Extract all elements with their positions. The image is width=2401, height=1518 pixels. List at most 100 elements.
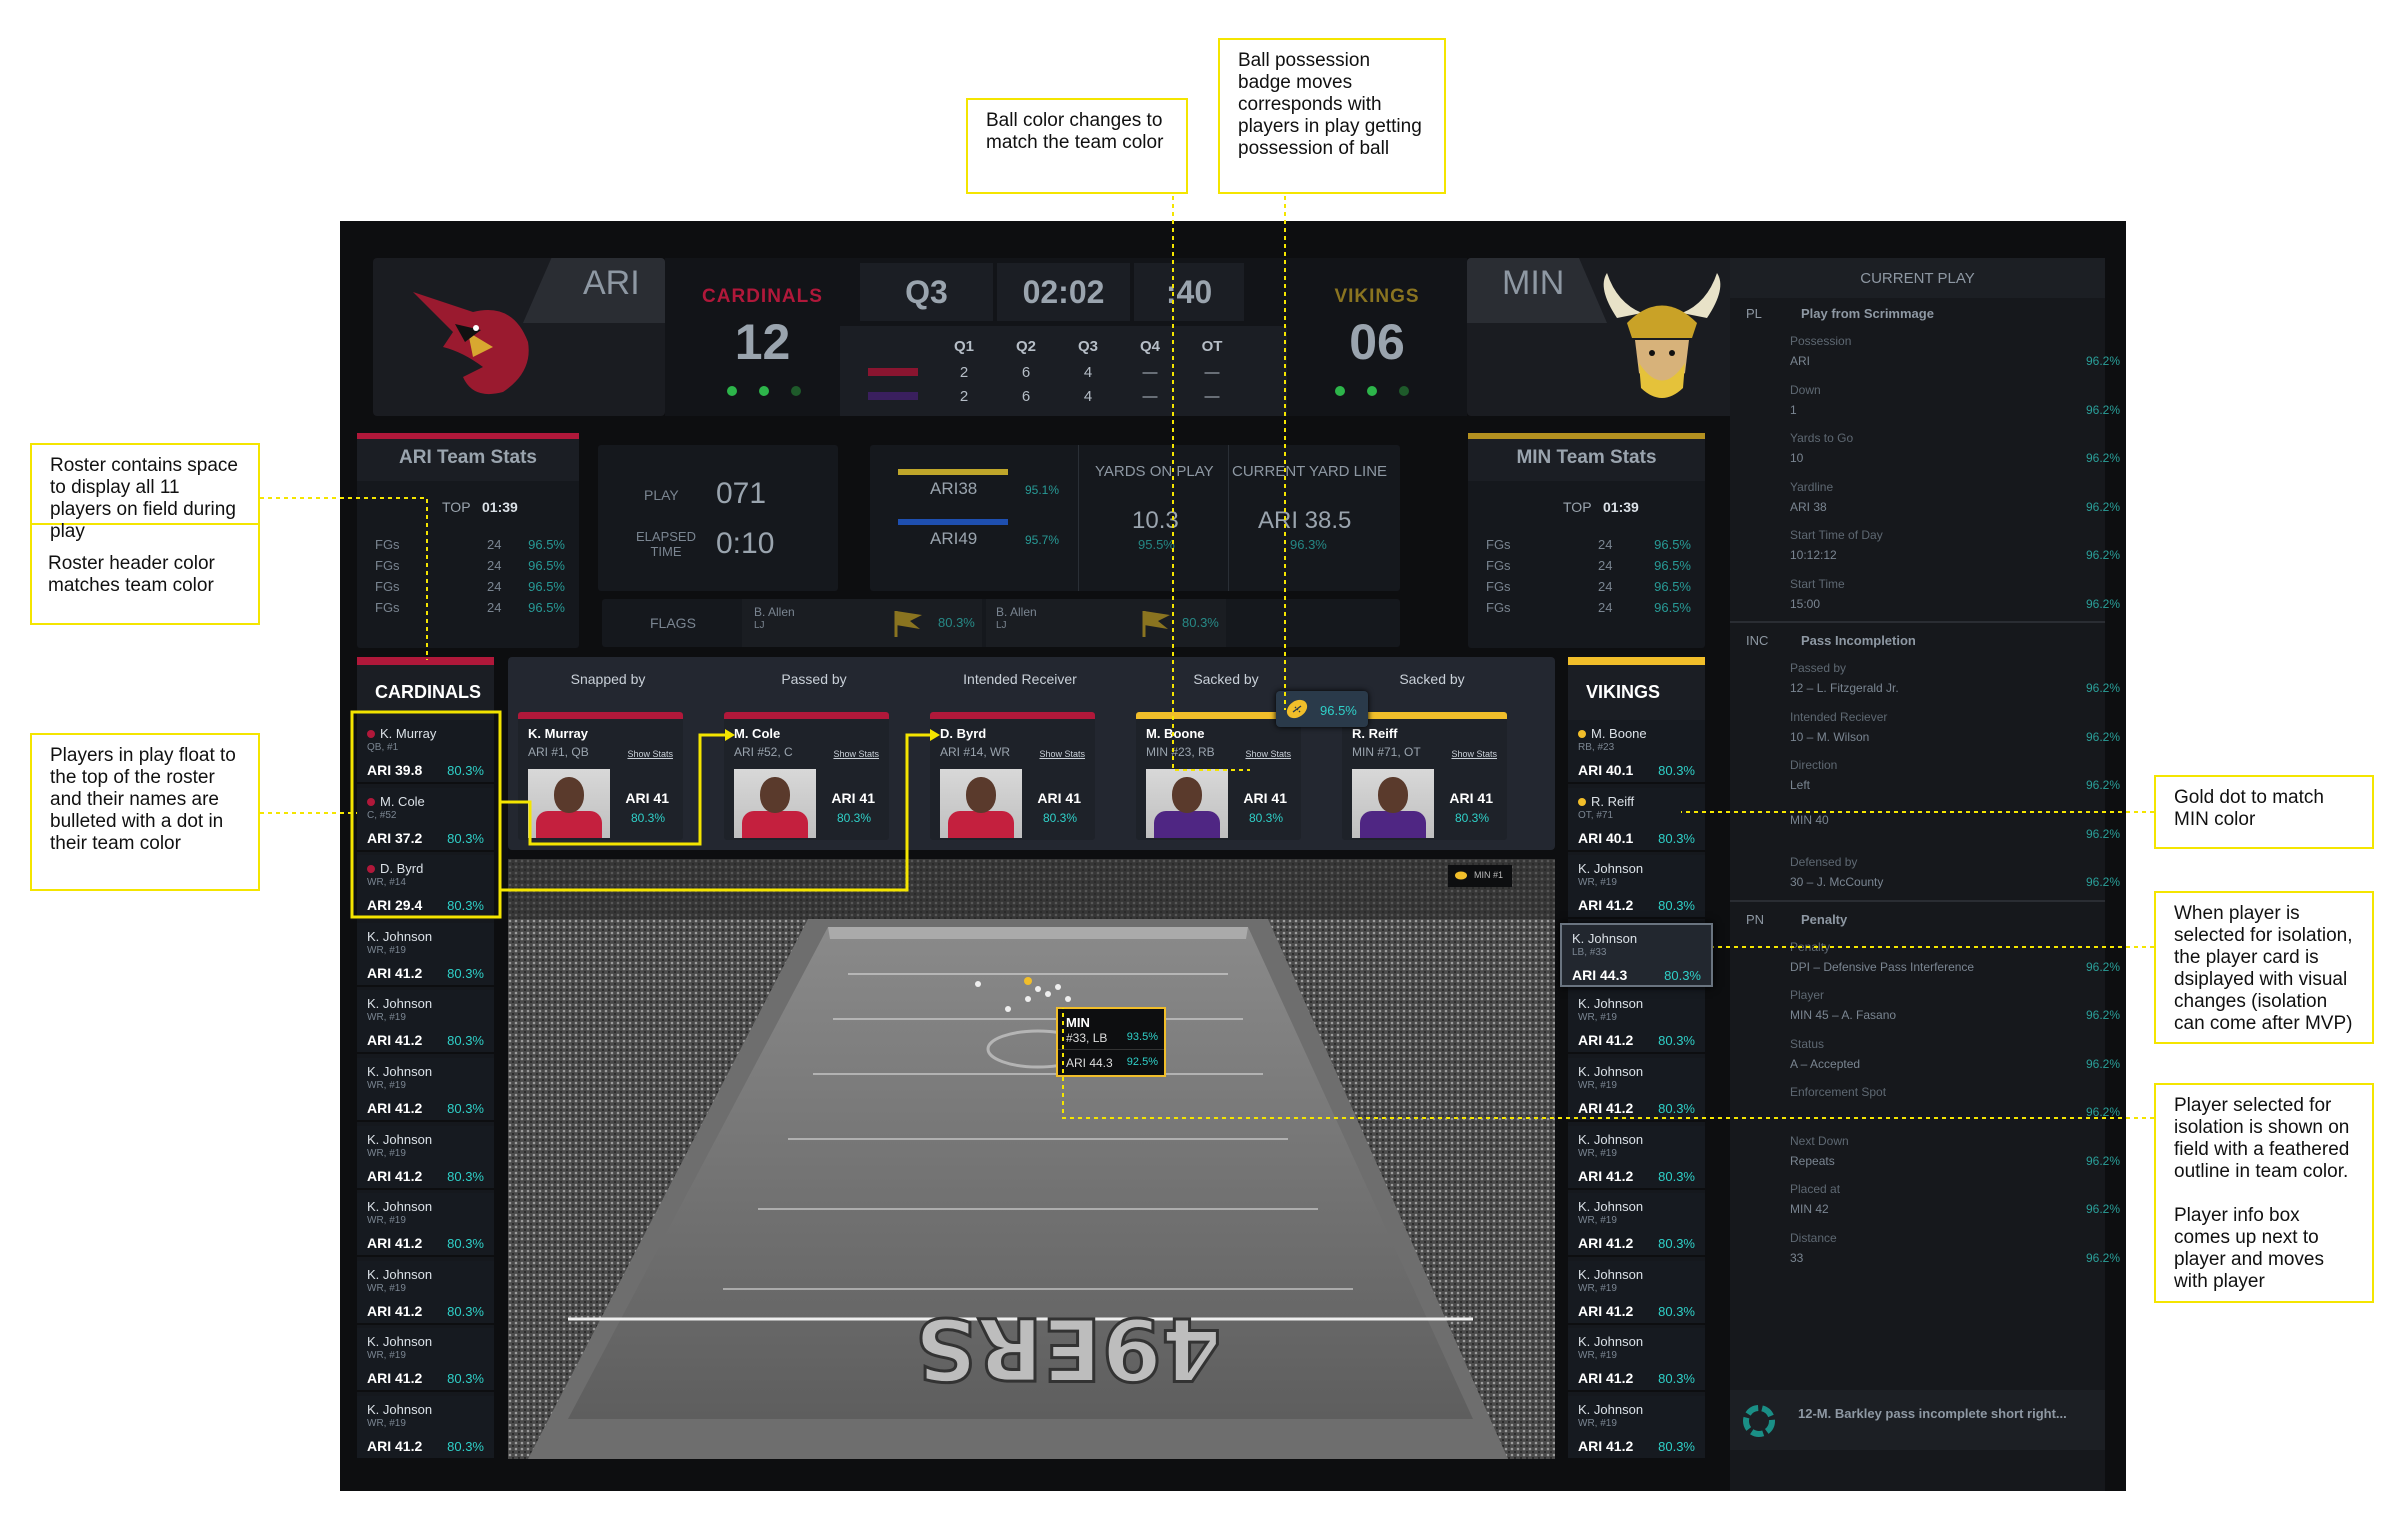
roster-player-name: K. Johnson (367, 1334, 432, 1349)
roster-player-name: R. Reiff (1578, 794, 1634, 809)
show-stats-link[interactable]: Show Stats (1451, 749, 1497, 759)
roster-player-card[interactable]: K. Johnson WR, #19 ARI 41.2 80.3% (357, 1193, 494, 1258)
roster-player-name: K. Murray (367, 726, 436, 741)
player-name-text: K. Johnson (1572, 930, 1638, 946)
home-score: 12 (734, 314, 791, 370)
roster-player-name: D. Byrd (367, 861, 423, 876)
roster-player-card[interactable]: K. Murray QB, #1 ARI 39.8 80.3% (357, 720, 494, 784)
player-photo (1146, 769, 1228, 838)
current-play-row: Distance 33 96.2% (1790, 1231, 2120, 1265)
yard-marker-1-pct: 95.1% (1025, 483, 1060, 497)
home-score-panel: CARDINALS 12 (665, 258, 860, 416)
row-value: MIN 42 (1790, 1202, 1829, 1216)
player-name-text: K. Johnson (1578, 1064, 1644, 1079)
play-player-card[interactable]: M. Cole ARI #52, C Show Stats ARI 41 80.3% (724, 712, 889, 840)
row-pct: 96.2% (2085, 1250, 2120, 1265)
play-player-role: MIN #71, OT (1352, 745, 1421, 759)
show-stats-link[interactable]: Show Stats (833, 749, 879, 759)
roster-player-role: WR, #19 (367, 1215, 406, 1227)
play-role-header: Sacked by (1399, 671, 1465, 687)
play-player-card[interactable]: R. Reiff MIN #71, OT Show Stats ARI 41 80.3% (1342, 712, 1507, 840)
roster-player-pct: 80.3% (447, 830, 484, 846)
play-player-card[interactable]: M. Boone MIN #23, RB Show Stats ARI 41 80.3% (1136, 712, 1301, 840)
row-label: Direction (1790, 758, 1838, 772)
roster-player-name: K. Johnson (367, 996, 432, 1011)
play-player-card[interactable]: K. Murray ARI #1, QB Show Stats ARI 41 80.3% (518, 712, 683, 840)
row-label: Enforcement Spot (1790, 1085, 1887, 1099)
roster-player-yard: ARI 41.2 (1578, 1370, 1634, 1387)
endzone-text: 49ERS (915, 1298, 1222, 1398)
play-player-yard: ARI 41 (625, 790, 669, 806)
roster-player-card[interactable]: M. Cole C, #52 ARI 37.2 80.3% (357, 787, 494, 852)
roster-player-card[interactable]: K. Johnson WR, #19 ARI 41.2 80.3% (1568, 1260, 1705, 1325)
player-name-text: K. Johnson (1578, 996, 1644, 1012)
roster-player-card[interactable]: K. Johnson WR, #19 ARI 41.2 80.3% (1568, 855, 1705, 920)
row-label: Down (1790, 382, 1821, 397)
roster-player-pct: 80.3% (447, 1236, 484, 1252)
roster-player-card[interactable]: K. Johnson WR, #19 ARI 41.2 80.3% (357, 1396, 494, 1460)
roster-player-card[interactable]: K. Johnson WR, #19 ARI 41.2 80.3% (1568, 1125, 1705, 1190)
roster-player-card[interactable]: K. Johnson WR, #19 ARI 41.2 80.3% (1568, 1328, 1705, 1393)
player-name-text: K. Johnson (1578, 1266, 1644, 1282)
roster-player-card[interactable]: K. Johnson WR, #19 ARI 41.2 80.3% (1568, 1058, 1705, 1122)
ari-top-label: TOP (442, 499, 471, 515)
roster-player-card[interactable]: K. Johnson LB, #33 ARI 44.3 80.3% (1560, 922, 1713, 987)
dashboard: ARI CARDINALS 12 Q3 02:02 :40 Q1 Q2 Q3 Q… (340, 221, 2126, 1491)
roster-player-card[interactable]: K. Johnson WR, #19 ARI 41.2 80.3% (357, 990, 494, 1055)
roster-player-role: WR, #19 (367, 1282, 406, 1294)
current-play-row: Placed at MIN 42 96.2% (1790, 1182, 2120, 1216)
elapsed-value: 0:10 (716, 527, 775, 560)
roster-player-card[interactable]: K. Johnson WR, #19 ARI 41.2 80.3% (357, 1125, 494, 1190)
stat-pct: 96.5% (1654, 600, 1691, 615)
roster-player-card[interactable]: K. Johnson WR, #19 ARI 41.2 80.3% (1568, 990, 1705, 1055)
roster-player-name: K. Johnson (1578, 1267, 1643, 1282)
flags-bar: FLAGS B. Allen LJ 80.3% B. Allen LJ 80.3… (602, 599, 1400, 647)
yards-on-play-pct: 95.5% (1138, 537, 1175, 552)
q1-header: Q1 (953, 338, 974, 355)
roster-player-name: K. Johnson (367, 1402, 432, 1417)
row-value: MIN 40 (1790, 812, 1829, 827)
player-photo (528, 769, 610, 838)
row-value: 10:12:12 (1790, 548, 1837, 562)
show-stats-link[interactable]: Show Stats (627, 749, 673, 759)
annotation-roster-header: Roster header color matches team color (30, 553, 260, 625)
roster-player-card[interactable]: K. Johnson WR, #19 ARI 41.2 80.3% (1568, 1193, 1705, 1258)
roster-player-role: WR, #19 (367, 1418, 406, 1429)
roster-player-card[interactable]: R. Reiff OT, #71 ARI 40.1 80.3% (1568, 787, 1705, 852)
show-stats-link[interactable]: Show Stats (1245, 749, 1291, 759)
roster-player-role: WR, #19 (1578, 877, 1617, 889)
row-value: DPI – Defensive Pass Interference (1790, 959, 1975, 974)
roster-player-card[interactable]: K. Johnson WR, #19 ARI 41.2 80.3% (357, 1058, 494, 1122)
row-label: Yards to Go (1790, 431, 1854, 445)
roster-player-card[interactable]: K. Johnson WR, #19 ARI 41.2 80.3% (357, 1328, 494, 1393)
current-play-row: Passed by 12 – L. Fitzgerald Jr. 96.2% (1790, 661, 2120, 695)
current-play-row: Next Down Repeats 96.2% (1790, 1134, 2120, 1168)
roster-player-card[interactable]: D. Byrd WR, #14 ARI 29.4 80.3% (357, 855, 494, 920)
roster-player-pct: 80.3% (447, 898, 484, 914)
roster-player-name: K. Johnson (1578, 1199, 1643, 1214)
show-stats-link[interactable]: Show Stats (1039, 749, 1085, 759)
play-player-name: M. Boone (1146, 726, 1205, 741)
flag-1-pct: 80.3% (938, 615, 975, 630)
roster-player-name: K. Johnson (367, 1132, 432, 1147)
away-abbr: MIN (1502, 264, 1565, 302)
roster-player-card[interactable]: K. Johnson WR, #19 ARI 41.2 80.3% (357, 1260, 494, 1325)
roster-player-card[interactable]: K. Johnson WR, #19 ARI 41.2 80.3% (1568, 1396, 1705, 1460)
stat-value: 24 (487, 558, 502, 573)
roster-player-yard: ARI 40.1 (1578, 762, 1634, 778)
player-head (966, 777, 996, 813)
play-player-card[interactable]: D. Byrd ARI #14, WR Show Stats ARI 41 80.3% (930, 712, 1095, 840)
roster-player-pct: 80.3% (1658, 1303, 1695, 1319)
stat-value: 24 (487, 537, 502, 552)
yards-on-play-value: 10.3 (1132, 507, 1179, 534)
roster-player-pct: 80.3% (1664, 967, 1701, 983)
field-view[interactable]: 49ERS MIN #1 MIN #33, LB 93.5% ARI 44.3 … (508, 859, 1555, 1459)
player-name-text: K. Johnson (367, 1064, 433, 1079)
roster-player-role: RB, #23 (1578, 742, 1615, 753)
row-pct: 96.2% (2085, 778, 2120, 792)
play-role-header: Passed by (781, 671, 847, 687)
roster-player-card[interactable]: M. Boone RB, #23 ARI 40.1 80.3% (1568, 720, 1705, 784)
roster-player-card[interactable]: K. Johnson WR, #19 ARI 41.2 80.3% (357, 922, 494, 987)
away-score: 06 (1349, 314, 1405, 370)
player-name-text: K. Murray (380, 726, 437, 741)
